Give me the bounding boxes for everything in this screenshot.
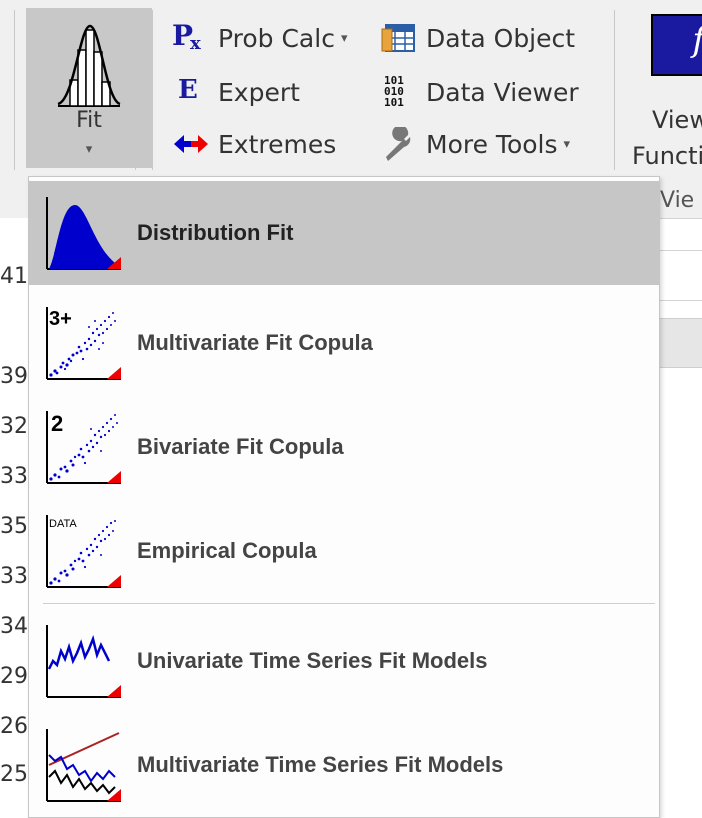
extremes-button[interactable]: Extremes	[172, 124, 336, 164]
row-number: 26	[0, 714, 28, 739]
row-number: 25	[0, 762, 28, 787]
menu-item-distribution-fit[interactable]: Distribution Fit	[29, 181, 659, 285]
expert-icon: E	[178, 75, 198, 105]
univariate-time-series-icon	[46, 625, 121, 698]
row-number: 34	[0, 614, 28, 639]
expert-label: Expert	[218, 77, 300, 107]
view-function-label-line1: View	[652, 106, 702, 134]
column-header-band	[658, 318, 702, 368]
menu-item-label: Multivariate Time Series Fit Models	[137, 752, 504, 777]
expert-button[interactable]: E Expert	[172, 72, 300, 112]
svg-text:3+: 3+	[49, 308, 72, 330]
fit-dropdown-menu: Distribution Fit 3+ Multivariate Fit Cop…	[28, 176, 660, 818]
row-number: 32	[0, 414, 28, 439]
menu-item-label: Empirical Copula	[137, 538, 317, 563]
empirical-copula-icon: DATA	[46, 515, 121, 588]
data-object-icon	[380, 21, 418, 55]
menu-item-label: Distribution Fit	[137, 220, 294, 245]
row-number: 29	[0, 664, 28, 689]
ribbon-separator	[152, 10, 153, 170]
svg-text:DATA: DATA	[49, 518, 77, 530]
menu-item-multivariate-fit-copula[interactable]: 3+ Multivariate Fit Copula	[29, 291, 659, 395]
function-icon: f	[692, 20, 702, 60]
menu-item-univariate-time-series[interactable]: Univariate Time Series Fit Models	[29, 609, 659, 713]
chevron-down-icon: ▾	[563, 136, 571, 152]
row-number: 33	[0, 564, 28, 589]
menu-item-bivariate-fit-copula[interactable]: 2 Bivariate Fit Copula	[29, 395, 659, 499]
menu-separator	[43, 603, 655, 604]
ribbon-group-label: Vie	[660, 188, 695, 213]
row-header-column: 41 39 32 33 35 33 34 29 26 25	[0, 218, 30, 805]
menu-item-label: Multivariate Fit Copula	[137, 330, 373, 355]
data-object-button[interactable]: Data Object	[380, 18, 575, 58]
menu-item-label: Univariate Time Series Fit Models	[137, 648, 488, 673]
binary-data-icon: 101 010 101	[384, 74, 404, 109]
fit-button-label: Fit	[76, 108, 102, 133]
multivariate-copula-icon: 3+	[46, 307, 121, 380]
fit-button[interactable]: Fit ▾	[26, 8, 152, 168]
row-number: 33	[0, 464, 28, 489]
data-viewer-button[interactable]: 101 010 101 Data Viewer	[380, 72, 579, 112]
row-number: 39	[0, 364, 28, 389]
prob-calc-button[interactable]: P x Prob Calc ▾	[172, 18, 347, 58]
prob-calc-label: Prob Calc	[218, 23, 335, 53]
bivariate-copula-icon: 2	[46, 411, 121, 484]
view-function-label-line2: Functi	[632, 142, 702, 170]
chevron-down-icon: ▾	[85, 142, 93, 157]
menu-item-label: Bivariate Fit Copula	[137, 434, 344, 459]
ribbon-separator	[14, 10, 15, 170]
row-number: 35	[0, 514, 28, 539]
normal-curve-icon	[57, 24, 121, 107]
sheet-gridline	[658, 300, 702, 301]
data-object-label: Data Object	[426, 23, 576, 53]
more-tools-button[interactable]: More Tools ▾	[380, 124, 570, 164]
view-function-button[interactable]: f	[651, 14, 702, 76]
row-number: 41	[0, 264, 28, 289]
data-viewer-label: Data Viewer	[426, 77, 579, 107]
menu-item-multivariate-time-series[interactable]: Multivariate Time Series Fit Models	[29, 713, 659, 817]
more-tools-label: More Tools	[426, 129, 558, 159]
chevron-down-icon: ▾	[340, 30, 348, 46]
prob-calc-icon: P x	[172, 19, 201, 54]
sheet-gridline	[658, 250, 702, 251]
extremes-label: Extremes	[218, 129, 337, 159]
ribbon-separator	[614, 10, 615, 170]
menu-item-empirical-copula[interactable]: DATA Empirical Copula	[29, 499, 659, 603]
multivariate-time-series-icon	[46, 729, 121, 802]
extremes-icon	[172, 127, 210, 161]
wrench-icon	[380, 125, 418, 161]
svg-text:2: 2	[51, 411, 63, 436]
distribution-fit-icon	[46, 197, 121, 270]
ribbon-separator	[135, 10, 136, 170]
